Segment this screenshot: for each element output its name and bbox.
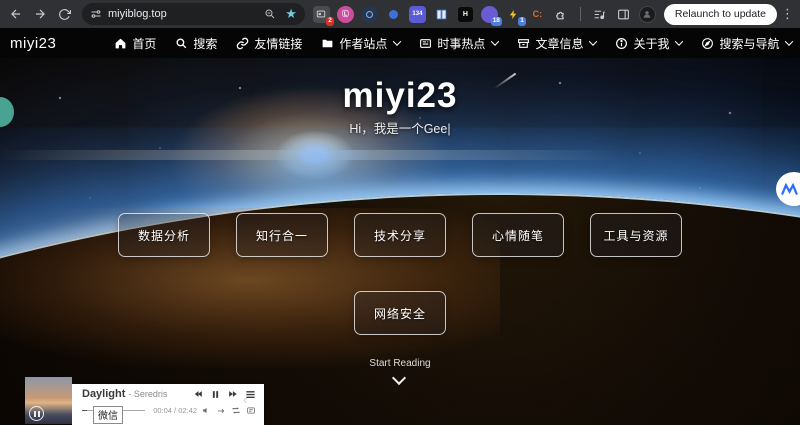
nav-item-articles[interactable]: 文章信息 xyxy=(517,35,596,52)
folder-icon xyxy=(321,37,334,50)
nav-item-links[interactable]: 友情链接 xyxy=(236,35,302,52)
nav-item-search[interactable]: 搜索 xyxy=(175,35,217,52)
music-player: Daylight - Seredris 00:04 / 02:42 xyxy=(25,377,264,425)
dot-extension-icon[interactable] xyxy=(385,6,402,23)
relaunch-to-update-button[interactable]: Relaunch to update xyxy=(664,4,777,25)
lightning-badge: 1 xyxy=(518,17,526,26)
ghost-badge: 18 xyxy=(491,17,502,26)
previous-track-icon[interactable] xyxy=(193,389,204,399)
toolbar-separator xyxy=(580,7,581,21)
pink-extension-icon[interactable]: Ⓛ xyxy=(337,6,354,23)
browser-toolbar: miyiblog.top ★ 2 Ⓛ 134 H 18 1 C: xyxy=(0,0,800,28)
player-collapse-icon[interactable]: ‹ xyxy=(243,392,247,407)
nav-label: 时事热点 xyxy=(437,35,485,52)
url-text[interactable]: miyiblog.top xyxy=(108,8,264,20)
chevron-down-icon xyxy=(675,37,683,45)
category-buttons-row2: 网络安全 xyxy=(0,291,800,335)
screenshot-extension-icon[interactable]: 2 xyxy=(313,6,330,23)
black-square-extension-icon[interactable]: H xyxy=(457,6,474,23)
nav-label: 搜索 xyxy=(193,35,217,52)
category-button-tools-resources[interactable]: 工具与资源 xyxy=(590,213,682,257)
link-icon xyxy=(236,37,249,50)
category-button-network-security[interactable]: 网络安全 xyxy=(354,291,446,335)
search-icon xyxy=(175,37,188,50)
media-controls-icon[interactable] xyxy=(591,6,608,23)
category-button-knowledge-action[interactable]: 知行合一 xyxy=(236,213,328,257)
profile-avatar[interactable] xyxy=(639,6,656,23)
browser-menu-icon[interactable]: ⋮ xyxy=(781,6,794,22)
chevron-down-icon xyxy=(491,37,499,45)
time-display: 00:04 / 02:42 xyxy=(153,406,197,415)
category-button-mood-notes[interactable]: 心情随笔 xyxy=(472,213,564,257)
taskbar-tooltip: 微信 xyxy=(93,406,123,424)
reload-icon[interactable] xyxy=(52,2,76,26)
sun-core xyxy=(275,130,355,180)
nav-label: 搜索与导航 xyxy=(719,35,779,52)
hero-section: miyi23 Hi，我是一个Gee| 数据分析 知行合一 技术分享 心情随笔 工… xyxy=(0,58,800,425)
category-buttons-row1: 数据分析 知行合一 技术分享 心情随笔 工具与资源 xyxy=(0,213,800,257)
nav-label: 作者站点 xyxy=(339,35,387,52)
ghost-extension-icon[interactable]: 18 xyxy=(481,6,498,23)
site-logo[interactable]: miyi23 xyxy=(10,35,56,52)
volume-icon[interactable] xyxy=(202,406,211,415)
sidepanel-icon[interactable] xyxy=(615,6,632,23)
chevron-down-icon xyxy=(589,37,597,45)
album-art[interactable] xyxy=(25,377,72,424)
lightning-extension-icon[interactable]: 1 xyxy=(505,6,522,23)
chevron-down-icon xyxy=(785,37,793,45)
back-icon[interactable] xyxy=(4,2,28,26)
nav-item-news[interactable]: 时事热点 xyxy=(419,35,498,52)
track-title: Daylight xyxy=(82,388,125,400)
screenshot-badge: 2 xyxy=(326,17,334,26)
book-extension-icon[interactable] xyxy=(433,6,450,23)
start-reading-label[interactable]: Start Reading xyxy=(0,358,800,369)
hero-subtitle-typing: Hi，我是一个Gee| xyxy=(0,118,800,137)
nav-item-search-nav[interactable]: 搜索与导航 xyxy=(701,35,792,52)
track-artist: - Seredris xyxy=(128,389,167,399)
archive-icon xyxy=(517,37,530,50)
pause-icon[interactable] xyxy=(211,389,220,400)
monica-logo-icon xyxy=(781,183,798,196)
chevron-down-icon xyxy=(393,37,401,45)
progress-played xyxy=(82,410,87,411)
lyrics-icon[interactable] xyxy=(246,406,256,415)
tune-icon[interactable] xyxy=(90,8,102,20)
category-button-data-analysis[interactable]: 数据分析 xyxy=(118,213,210,257)
news-icon xyxy=(419,37,432,50)
forward-icon[interactable] xyxy=(28,2,52,26)
info-icon xyxy=(615,37,628,50)
zoom-icon[interactable] xyxy=(264,8,276,20)
nav-label: 关于我 xyxy=(633,35,669,52)
colorzilla-extension-icon[interactable]: C: xyxy=(529,6,546,23)
nav-item-author-sites[interactable]: 作者站点 xyxy=(321,35,400,52)
nav-label: 文章信息 xyxy=(535,35,583,52)
mini-pause-icon[interactable] xyxy=(29,406,44,421)
next-track-icon[interactable] xyxy=(227,389,238,399)
address-bar[interactable]: miyiblog.top ★ xyxy=(82,3,305,25)
puzzle-extensions-icon[interactable] xyxy=(553,6,570,23)
nav-label: 首页 xyxy=(132,35,156,52)
blue-circle-extension-icon[interactable] xyxy=(361,6,378,23)
nav-items: 首页 搜索 友情链接 作者站点 时事热点 文章信息 关于我 xyxy=(114,35,800,52)
nav-item-home[interactable]: 首页 xyxy=(114,35,156,52)
category-button-tech-share[interactable]: 技术分享 xyxy=(354,213,446,257)
site-navbar: miyi23 首页 搜索 友情链接 作者站点 时事热点 文章信息 xyxy=(0,28,800,58)
home-icon xyxy=(114,37,127,50)
compass-icon xyxy=(701,37,714,50)
nav-item-about[interactable]: 关于我 xyxy=(615,35,682,52)
extensions-row: 2 Ⓛ 134 H 18 1 C: xyxy=(313,6,656,23)
hero-title: miyi23 xyxy=(0,76,800,116)
loop-icon[interactable] xyxy=(231,406,241,415)
play-order-icon[interactable] xyxy=(216,407,226,415)
purple-square-extension-icon[interactable]: 134 xyxy=(409,6,426,23)
nav-label: 友情链接 xyxy=(254,35,302,52)
bookmark-star-icon[interactable]: ★ xyxy=(285,6,297,22)
